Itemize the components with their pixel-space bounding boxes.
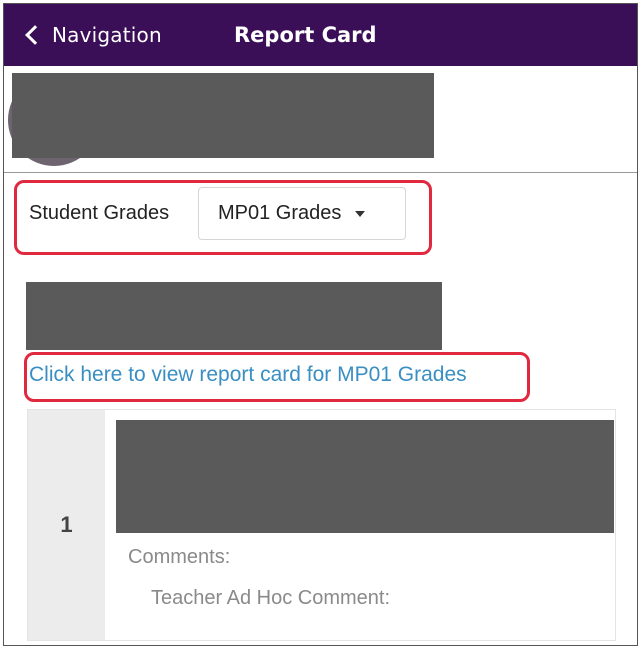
- teacher-ad-hoc-comment-label: Teacher Ad Hoc Comment:: [151, 587, 390, 609]
- report-card-content: Student Grades MP01 Grades Click here to…: [4, 172, 637, 645]
- redacted-student-name: [12, 73, 434, 158]
- student-grades-label: Student Grades: [29, 202, 170, 224]
- course-number-column: 1: [28, 410, 105, 640]
- redacted-course-details: [116, 420, 614, 533]
- caret-down-icon: [355, 210, 366, 217]
- marking-period-select[interactable]: MP01 Grades: [198, 187, 406, 240]
- app-frame: Navigation Report Card Student Grades MP…: [3, 3, 638, 646]
- course-grade-card: 1 Comments: Teacher Ad Hoc Comment:: [27, 409, 616, 641]
- top-nav-bar: Navigation Report Card: [4, 4, 637, 66]
- page-title: Report Card: [234, 23, 377, 47]
- view-report-card-link[interactable]: Click here to view report card for MP01 …: [29, 363, 467, 387]
- comments-label: Comments:: [128, 546, 231, 568]
- chevron-left-icon: [25, 25, 45, 45]
- student-profile-header: [4, 66, 637, 173]
- back-navigation-button[interactable]: Navigation: [22, 18, 162, 52]
- selected-marking-period: MP01 Grades: [218, 202, 342, 224]
- redacted-block: [26, 282, 442, 350]
- course-number: 1: [60, 512, 73, 537]
- back-label: Navigation: [52, 23, 162, 47]
